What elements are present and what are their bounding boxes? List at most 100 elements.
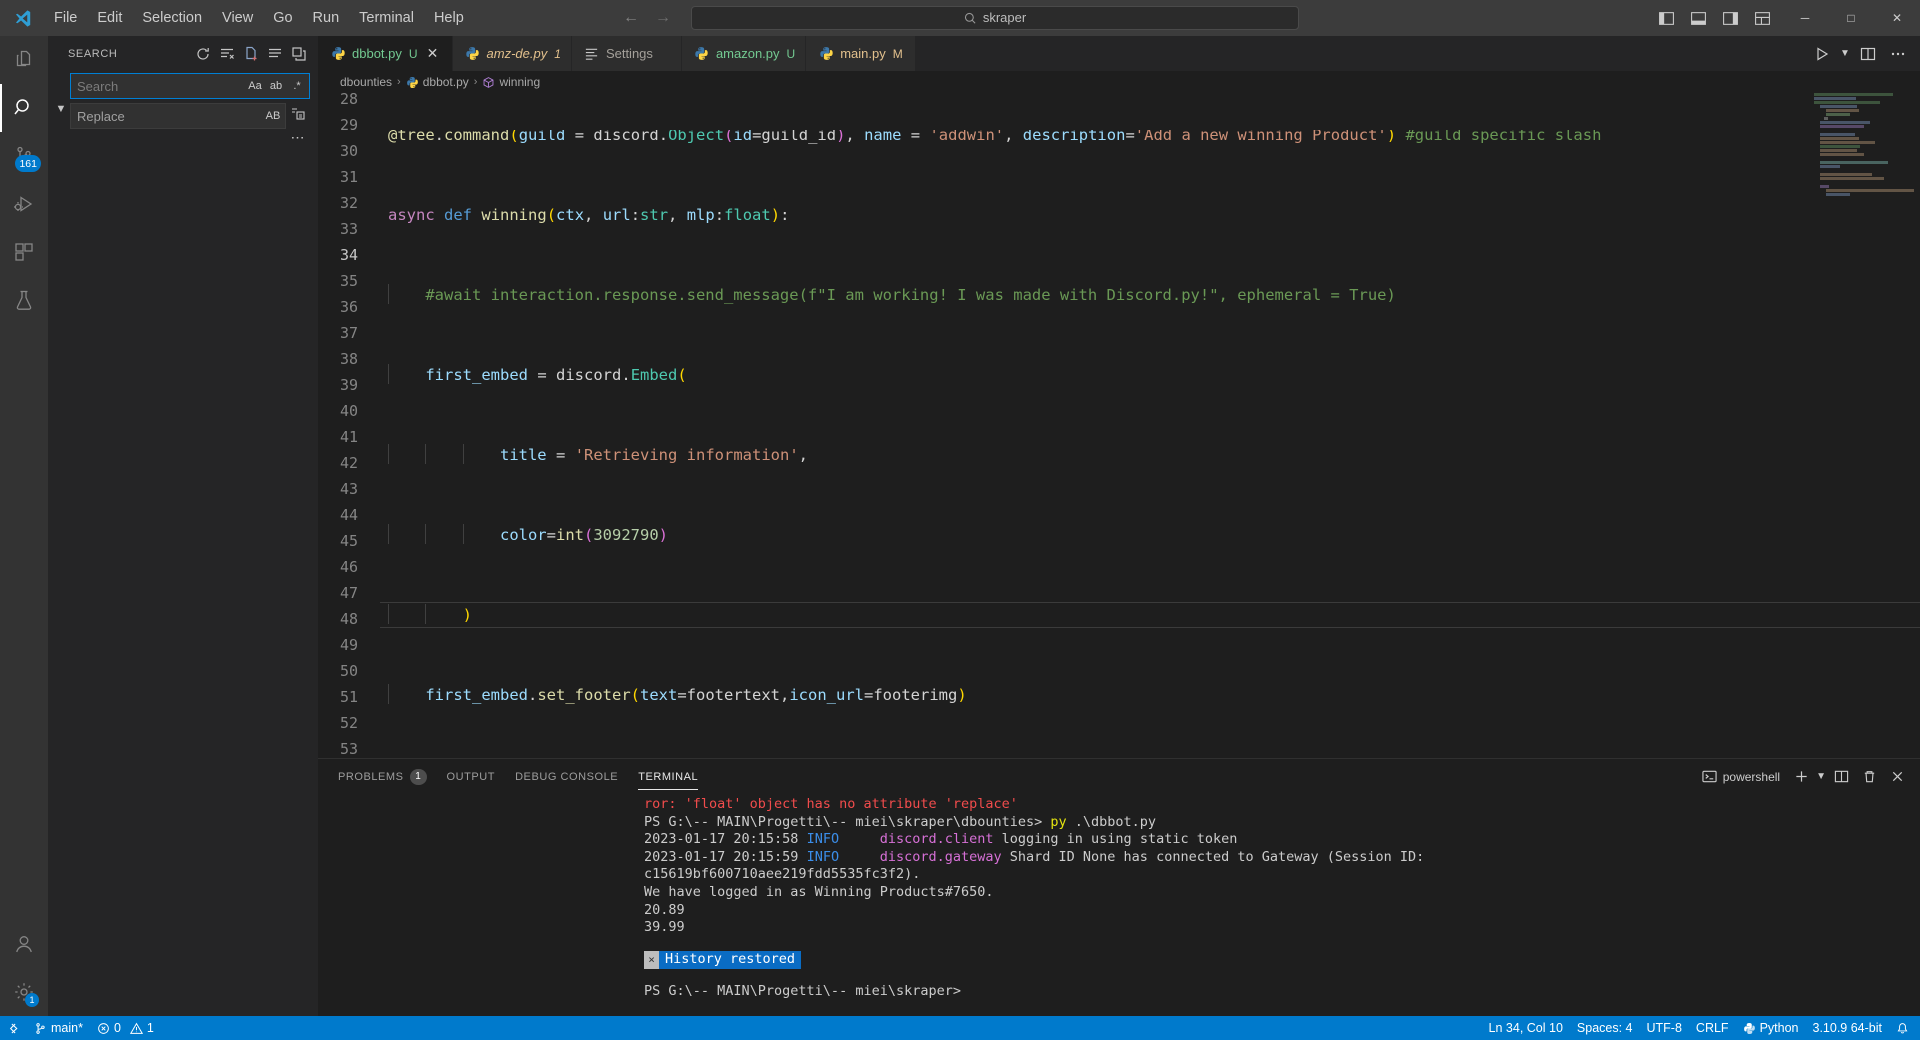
tab-label: amazon.py: [715, 46, 780, 61]
activity-accounts-icon[interactable]: [0, 920, 48, 968]
split-editor-icon[interactable]: [1854, 36, 1882, 71]
menu-selection[interactable]: Selection: [132, 5, 212, 31]
collapse-all-icon[interactable]: [288, 43, 310, 65]
line-number: 30: [339, 142, 358, 160]
match-case-icon[interactable]: Aa: [245, 76, 265, 96]
menu-go[interactable]: Go: [263, 5, 302, 31]
window-maximize-button[interactable]: □: [1828, 0, 1874, 36]
activity-run-debug-icon[interactable]: [0, 180, 48, 228]
more-actions-icon[interactable]: [1884, 36, 1912, 71]
kill-terminal-icon[interactable]: [1856, 764, 1882, 790]
go-forward-icon[interactable]: →: [653, 10, 673, 26]
go-back-icon[interactable]: ←: [621, 10, 641, 26]
tab-dbbot-py[interactable]: dbbot.py U ✕: [318, 36, 453, 71]
panel-tab-terminal[interactable]: TERMINAL: [638, 762, 699, 792]
replace-input[interactable]: [70, 103, 286, 129]
replace-all-icon[interactable]: [287, 103, 309, 125]
menu-view[interactable]: View: [212, 5, 263, 31]
chevron-down-icon[interactable]: ▼: [1838, 48, 1852, 59]
editor-cursor-position[interactable]: Ln 34, Col 10: [1482, 1016, 1570, 1040]
terminal-line: ror: 'float' object has no attribute 're…: [644, 796, 1920, 814]
code-line-28: @tree.command(guild = discord.Object(id=…: [388, 130, 1602, 144]
error-count: 0: [113, 1021, 121, 1035]
activity-manage-settings-icon[interactable]: 1: [0, 968, 48, 1016]
quick-input-bar[interactable]: skraper: [691, 6, 1299, 30]
sidebar-header: SEARCH: [48, 36, 318, 71]
python-icon: [330, 46, 346, 62]
use-regex-icon[interactable]: .*: [287, 76, 307, 96]
minimap-line: [1814, 101, 1881, 104]
more-actions-icon[interactable]: ⋯: [291, 125, 306, 144]
terminal-output[interactable]: ror: 'float' object has no attribute 're…: [318, 794, 1920, 1016]
view-as-tree-icon[interactable]: [264, 43, 286, 65]
code-editor[interactable]: 28 29 30 31 32 33 34 35 36 37 38 39 40 4…: [318, 93, 1920, 758]
toggle-secondary-sidebar-icon[interactable]: [1714, 0, 1746, 36]
editor-language-mode[interactable]: Python: [1736, 1016, 1806, 1040]
history-restored-banner: × History restored: [644, 950, 1920, 969]
refresh-icon[interactable]: [192, 43, 214, 65]
close-icon[interactable]: ✕: [424, 45, 442, 63]
minimap-line: [1820, 121, 1870, 124]
tab-settings[interactable]: Settings: [571, 36, 682, 71]
python-interpreter[interactable]: 3.10.9 64-bit: [1806, 1016, 1890, 1040]
terminal-prompt-line[interactable]: PS G:\-- MAIN\Progetti\-- miei\skraper>: [644, 983, 1920, 1001]
chevron-down-icon[interactable]: ▼: [1816, 771, 1826, 782]
close-panel-icon[interactable]: [1884, 764, 1910, 790]
problems-status[interactable]: 0 1: [90, 1016, 161, 1040]
editor-indentation[interactable]: Spaces: 4: [1570, 1016, 1640, 1040]
window-minimize-button[interactable]: ─: [1782, 0, 1828, 36]
breadcrumb-file[interactable]: dbbot.py: [406, 75, 469, 89]
breadcrumb-symbol[interactable]: winning: [482, 75, 540, 89]
editor-scrollbar[interactable]: [1906, 93, 1920, 758]
menu-file[interactable]: File: [44, 5, 87, 31]
activity-explorer-icon[interactable]: [0, 36, 48, 84]
open-new-search-editor-icon[interactable]: [240, 43, 262, 65]
activity-extensions-icon[interactable]: [0, 228, 48, 276]
customize-layout-icon[interactable]: [1746, 0, 1778, 36]
remote-indicator[interactable]: [0, 1016, 27, 1040]
chevron-down-icon[interactable]: ▼: [56, 103, 67, 115]
menu-help[interactable]: Help: [424, 5, 474, 31]
editor-eol[interactable]: CRLF: [1689, 1016, 1736, 1040]
toggle-panel-icon[interactable]: [1682, 0, 1714, 36]
toggle-primary-sidebar-icon[interactable]: [1650, 0, 1682, 36]
tab-main-py[interactable]: main.py M: [806, 36, 917, 71]
status-bar: main* 0 1 Ln 34, Col 10 Spaces: 4 UTF-8 …: [0, 1016, 1920, 1040]
window-close-button[interactable]: ✕: [1874, 0, 1920, 36]
tab-amz-de-py[interactable]: amz-de.py 1: [452, 36, 572, 71]
new-terminal-icon[interactable]: [1788, 764, 1814, 790]
editor-actions: ▼: [1808, 36, 1920, 71]
panel-tab-debug-console[interactable]: DEBUG CONSOLE: [515, 762, 618, 792]
menu-run[interactable]: Run: [303, 5, 350, 31]
split-terminal-icon[interactable]: [1828, 764, 1854, 790]
panel-tab-problems[interactable]: PROBLEMS 1: [338, 760, 427, 794]
line-number: 28: [339, 93, 358, 108]
notifications-bell-icon[interactable]: [1889, 1016, 1916, 1040]
line-number: 36: [339, 298, 358, 316]
activity-source-control-icon[interactable]: 161: [0, 132, 48, 180]
code-content[interactable]: @tree.command(guild = discord.Object(id=…: [380, 93, 1920, 758]
close-icon[interactable]: ×: [644, 950, 659, 969]
match-whole-word-icon[interactable]: ab: [266, 76, 286, 96]
tab-status-badge: 1: [554, 46, 561, 61]
settings-icon: [584, 46, 600, 62]
activity-testing-icon[interactable]: [0, 276, 48, 324]
warning-icon: [129, 1022, 143, 1034]
minimap-line: [1820, 145, 1861, 148]
menu-edit[interactable]: Edit: [87, 5, 132, 31]
run-python-file-icon[interactable]: [1808, 36, 1836, 71]
activity-search-icon[interactable]: [0, 84, 48, 132]
panel-tab-output[interactable]: OUTPUT: [447, 762, 496, 792]
tab-amazon-py[interactable]: amazon.py U: [681, 36, 807, 71]
toggle-replace-column: ▼: [52, 73, 70, 143]
source-control-branch[interactable]: main*: [27, 1016, 90, 1040]
terminal-shell-selector[interactable]: powershell: [1702, 769, 1780, 784]
breadcrumb-folder[interactable]: dbounties: [340, 75, 392, 89]
line-number: 43: [339, 480, 358, 498]
minimap[interactable]: [1814, 93, 1915, 758]
preserve-case-icon[interactable]: AB: [263, 106, 283, 126]
editor-encoding[interactable]: UTF-8: [1640, 1016, 1689, 1040]
line-number: 51: [339, 688, 358, 706]
menu-terminal[interactable]: Terminal: [349, 5, 424, 31]
clear-search-results-icon[interactable]: [216, 43, 238, 65]
